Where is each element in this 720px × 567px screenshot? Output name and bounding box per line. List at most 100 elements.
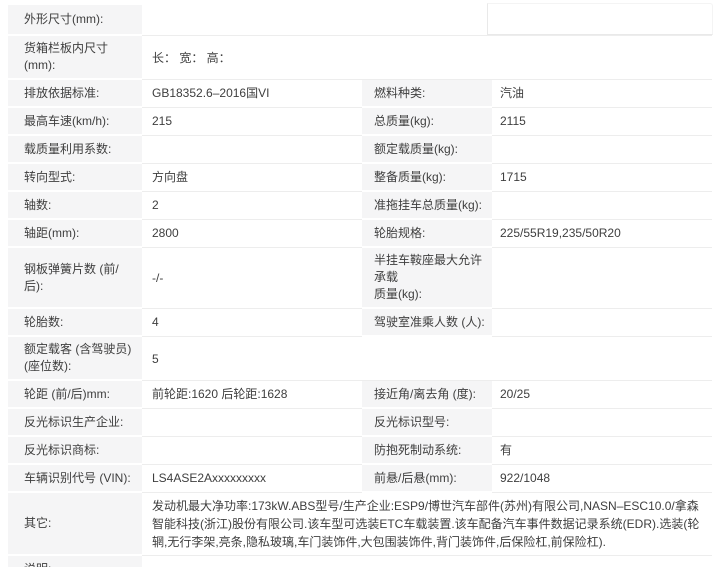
spec-label-text: 说明: — [24, 561, 51, 567]
spec-value-text: 长： 宽： 高： — [152, 50, 231, 65]
spec-value-text: LS4ASE2Axxxxxxxxx — [152, 471, 267, 485]
spec-label: 转向型式: — [8, 164, 142, 192]
spec-label: 轴距(mm): — [8, 220, 142, 248]
spec-label-text: 前悬/后悬(mm): — [374, 470, 457, 485]
spec-value: 发动机最大净功率:173kW.ABS型号/生产企业:ESP9/博世汽车部件(苏州… — [142, 493, 712, 556]
spec-value — [492, 192, 712, 220]
spec-value: 4 — [142, 309, 362, 337]
spec-value: GB18352.6–2016国VI — [142, 80, 362, 108]
spec-value: LS4ASE2Axxxxxxxxx — [142, 465, 362, 493]
spec-value: 2115 — [492, 108, 712, 136]
spec-label-text: 外形尺寸(mm): — [24, 12, 104, 26]
spec-label: 额定载质量(kg): — [362, 136, 492, 164]
spec-label: 半挂车鞍座最大允许承载 质量(kg): — [362, 248, 492, 309]
spec-label: 轮距 (前/后)mm: — [8, 381, 142, 409]
spec-value: 方向盘 — [142, 164, 362, 192]
spec-value: 前轮距:1620 后轮距:1628 — [142, 381, 362, 409]
spec-label: 货箱栏板内尺寸(mm): — [8, 36, 142, 80]
spec-value — [142, 437, 362, 465]
spec-value: 2800 — [142, 220, 362, 248]
spec-label-text: 反光标识型号: — [374, 414, 450, 429]
spec-label: 其它: — [8, 493, 142, 556]
spec-label: 防抱死制动系统: — [362, 437, 492, 465]
spec-label: 说明: — [8, 556, 142, 567]
spec-value — [492, 309, 712, 337]
spec-row: 轴数: 2 准拖挂车总质量(kg): — [8, 192, 712, 220]
spec-value-text: 5 — [152, 351, 159, 366]
spec-value-text: 2800 — [152, 226, 179, 240]
spec-label-text: 载质量利用系数: — [24, 141, 112, 156]
spec-label: 轴数: — [8, 192, 142, 220]
spec-label-text: 反光标识生产企业: — [24, 414, 124, 429]
spec-label: 轮胎数: — [8, 309, 142, 337]
spec-value-text: 方向盘 — [152, 170, 189, 184]
spec-label: 车辆识别代号 (VIN): — [8, 465, 142, 493]
spec-row: 反光标识商标: 防抱死制动系统: 有 — [8, 437, 712, 465]
spec-label-text: 货箱栏板内尺寸(mm): — [24, 41, 109, 72]
spec-label: 前悬/后悬(mm): — [362, 465, 492, 493]
spec-label: 总质量(kg): — [362, 108, 492, 136]
spec-label: 驾驶室准乘人数 (人): — [362, 309, 492, 337]
spec-value: 215 — [142, 108, 362, 136]
spec-row: 最高车速(km/h): 215 总质量(kg): 2115 — [8, 108, 712, 136]
spec-value — [492, 409, 712, 437]
spec-value-text: GB18352.6–2016国VI — [152, 86, 270, 100]
spec-label: 排放依据标准: — [8, 80, 142, 108]
spec-label: 反光标识生产企业: — [8, 409, 142, 437]
spec-row: 载质量利用系数: 额定载质量(kg): — [8, 136, 712, 164]
spec-row: 钢板弹簧片数 (前/后): -/- 半挂车鞍座最大允许承载 质量(kg): — [8, 248, 712, 309]
spec-label-text: 半挂车鞍座最大允许承载 质量(kg): — [374, 253, 483, 301]
vehicle-spec-table: 外形尺寸(mm): 货箱栏板内尺寸(mm): 长： 宽： 高： 排放依据标准: GB18… — [8, 5, 712, 567]
spec-value-text: 发动机最大净功率:173kW.ABS型号/生产企业:ESP9/博世汽车部件(苏州… — [152, 499, 700, 549]
spec-row: 说明: — [8, 556, 712, 567]
spec-row: 轮距 (前/后)mm: 前轮距:1620 后轮距:1628 接近角/离去角 (度):… — [8, 381, 712, 409]
spec-label-text: 车辆识别代号 (VIN): — [24, 470, 131, 485]
spec-row: 轮胎数: 4 驾驶室准乘人数 (人): — [8, 309, 712, 337]
spec-value-text: 215 — [152, 114, 173, 128]
spec-label-text: 总质量(kg): — [374, 113, 435, 128]
spec-row: 反光标识生产企业: 反光标识型号: — [8, 409, 712, 437]
spec-label: 钢板弹簧片数 (前/后): — [8, 248, 142, 309]
top-right-overlay-panel — [487, 3, 713, 35]
spec-value: 汽油 — [492, 80, 712, 108]
spec-label: 整备质量(kg): — [362, 164, 492, 192]
spec-label: 最高车速(km/h): — [8, 108, 142, 136]
spec-value: 5 — [142, 337, 712, 381]
spec-value-text: 225/55R19,235/50R20 — [500, 226, 621, 240]
spec-label-text: 其它: — [24, 516, 52, 530]
spec-value: 20/25 — [492, 381, 712, 409]
spec-value-text: 4 — [152, 315, 159, 329]
spec-value: 1715 — [492, 164, 712, 192]
spec-label-text: 轮胎数: — [24, 314, 64, 329]
spec-row: 其它: 发动机最大净功率:173kW.ABS型号/生产企业:ESP9/博世汽车部件… — [8, 493, 712, 556]
spec-row: 额定载客 (含驾驶员) (座位数): 5 — [8, 337, 712, 381]
spec-row: 车辆识别代号 (VIN): LS4ASE2Axxxxxxxxx 前悬/后悬(mm):… — [8, 465, 712, 493]
spec-value-text: 2115 — [500, 114, 526, 128]
vehicle-spec-page: 外形尺寸(mm): 货箱栏板内尺寸(mm): 长： 宽： 高： 排放依据标准: GB18… — [0, 0, 720, 567]
spec-value-text: 前轮距:1620 后轮距:1628 — [152, 387, 288, 401]
spec-row: 转向型式: 方向盘 整备质量(kg): 1715 — [8, 164, 712, 192]
spec-label: 准拖挂车总质量(kg): — [362, 192, 492, 220]
spec-row: 排放依据标准: GB18352.6–2016国VI 燃料种类: 汽油 — [8, 80, 712, 108]
spec-value: 2 — [142, 192, 362, 220]
spec-label-text: 轮距 (前/后)mm: — [24, 386, 110, 401]
spec-value — [142, 136, 362, 164]
spec-label-text: 整备质量(kg): — [374, 169, 447, 184]
spec-label-text: 燃料种类: — [374, 85, 426, 100]
spec-label-text: 防抱死制动系统: — [374, 442, 462, 457]
spec-value: -/- — [142, 248, 362, 309]
spec-label-text: 反光标识商标: — [24, 442, 100, 457]
spec-value-text: -/- — [152, 270, 164, 285]
spec-value: 有 — [492, 437, 712, 465]
spec-value — [492, 248, 712, 309]
spec-label-text: 转向型式: — [24, 169, 76, 184]
spec-row: 轴距(mm): 2800 轮胎规格: 225/55R19,235/50R20 — [8, 220, 712, 248]
spec-value-text: 20/25 — [500, 387, 531, 401]
spec-label-text: 接近角/离去角 (度): — [374, 386, 476, 401]
spec-value-text: 1715 — [500, 170, 527, 184]
spec-value-text: 2 — [152, 198, 159, 212]
spec-label-text: 驾驶室准乘人数 (人): — [374, 314, 485, 329]
spec-value: 225/55R19,235/50R20 — [492, 220, 712, 248]
spec-label: 反光标识商标: — [8, 437, 142, 465]
spec-label-text: 轴距(mm): — [24, 225, 80, 240]
